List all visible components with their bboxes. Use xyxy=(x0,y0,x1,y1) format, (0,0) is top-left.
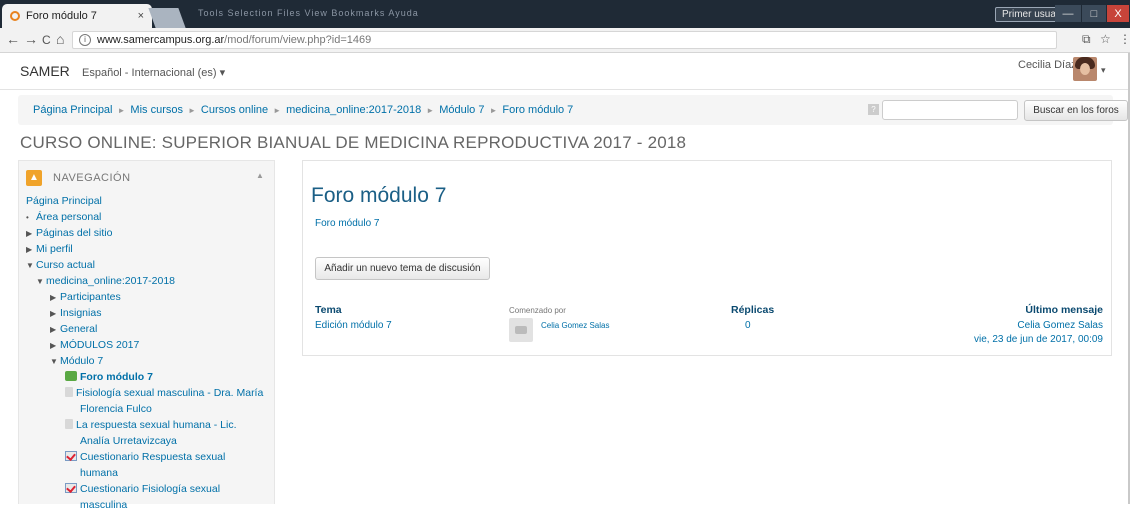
quiz-icon xyxy=(65,483,77,493)
nav-item-resource-2-cont[interactable]: Analía Urretavizcaya xyxy=(80,435,177,447)
nav-item-quiz-2[interactable]: Cuestionario Fisiología sexual xyxy=(65,483,220,495)
column-header-replies[interactable]: Réplicas xyxy=(731,304,774,316)
window-close-button[interactable]: X xyxy=(1107,5,1129,22)
forum-search-input[interactable] xyxy=(882,100,1018,120)
url-field[interactable]: i www.samercampus.org.ar/mod/forum/view.… xyxy=(72,31,1057,49)
help-icon[interactable]: ? xyxy=(868,104,879,115)
column-header-topic[interactable]: Tema xyxy=(315,304,342,316)
breadcrumb-item[interactable]: medicina_online:2017-2018 xyxy=(286,104,421,116)
reload-icon[interactable]: C xyxy=(42,33,51,47)
file-icon xyxy=(65,419,73,429)
window-minimize-button[interactable]: — xyxy=(1055,5,1081,22)
nav-item-quiz-1-cont[interactable]: humana xyxy=(80,467,118,479)
nav-item-participants[interactable]: ▶ Participantes xyxy=(50,291,121,303)
nav-item-module-7[interactable]: ▼ Módulo 7 xyxy=(50,355,103,367)
home-icon[interactable]: ⌂ xyxy=(56,31,64,47)
nav-item-resource-2[interactable]: La respuesta sexual humana - Lic. xyxy=(65,419,237,431)
nav-item-current-course[interactable]: ▼ Curso actual xyxy=(26,259,95,271)
browser-menu-icon[interactable]: ⋮ xyxy=(1119,32,1130,46)
breadcrumb: Página Principal ► Mis cursos ► Cursos onlin… xyxy=(33,104,574,116)
nav-item-home[interactable]: Página Principal xyxy=(26,195,102,207)
forum-intro: Foro módulo 7 xyxy=(315,218,380,229)
favicon-icon xyxy=(10,11,20,21)
back-icon[interactable]: ← xyxy=(6,31,20,47)
navigation-block-icon: ▲ xyxy=(26,170,42,186)
tab-title: Foro módulo 7 xyxy=(26,10,97,22)
browser-tabstrip: Foro módulo 7 × Tools Selection Files Vi… xyxy=(0,0,1130,28)
quiz-icon xyxy=(65,451,77,461)
nav-item-badges[interactable]: ▶ Insignias xyxy=(50,307,101,319)
file-icon xyxy=(65,387,73,397)
breadcrumb-item[interactable]: Foro módulo 7 xyxy=(502,104,573,116)
user-name[interactable]: Cecilia Díaz xyxy=(1018,59,1077,71)
column-header-started-by: Comenzado por xyxy=(509,306,566,315)
discussion-author[interactable]: Celia Gomez Salas xyxy=(541,321,609,330)
tab-close-icon[interactable]: × xyxy=(138,10,144,22)
forward-icon[interactable]: → xyxy=(24,31,38,47)
last-post-author[interactable]: Celia Gomez Salas xyxy=(1017,320,1103,331)
breadcrumb-item[interactable]: Mis cursos xyxy=(130,104,183,116)
new-tab-button[interactable] xyxy=(148,8,186,28)
translate-icon[interactable]: ⧉ xyxy=(1082,32,1091,47)
address-bar-row: ← → C ⌂ i www.samercampus.org.ar/mod/for… xyxy=(0,28,1130,53)
breadcrumb-item[interactable]: Módulo 7 xyxy=(439,104,484,116)
navigation-block: ▲ NAVEGACIÓN ▲ Página Principal • Área pe… xyxy=(18,160,275,511)
nav-item-resource-1[interactable]: Fisiología sexual masculina - Dra. María xyxy=(65,387,263,399)
bookmark-star-icon[interactable]: ☆ xyxy=(1100,32,1111,46)
nav-item-modules[interactable]: ▶ MÓDULOS 2017 xyxy=(50,339,139,351)
breadcrumb-item[interactable]: Página Principal xyxy=(33,104,113,116)
blurred-menu-text: Tools Selection Files View Bookmarks Ayu… xyxy=(198,8,419,18)
window-maximize-button[interactable]: □ xyxy=(1082,5,1106,22)
forum-icon xyxy=(65,371,77,381)
nav-item-site-pages[interactable]: ▶ Páginas del sitio xyxy=(26,227,112,239)
discussion-topic-link[interactable]: Edición módulo 7 xyxy=(315,320,392,331)
add-discussion-button[interactable]: Añadir un nuevo tema de discusión xyxy=(315,257,490,280)
forum-main: Foro módulo 7 Foro módulo 7 Añadir un nu… xyxy=(302,160,1112,356)
url-path: /mod/forum/view.php?id=1469 xyxy=(224,34,372,46)
user-menu-caret-icon[interactable]: ▾ xyxy=(1101,65,1106,76)
breadcrumb-bar: Página Principal ► Mis cursos ► Cursos onlin… xyxy=(18,95,1128,125)
language-menu[interactable]: Español - Internacional (es) ▾ xyxy=(82,66,225,79)
nav-item-resource-1-cont[interactable]: Florencia Fulco xyxy=(80,403,152,415)
author-avatar[interactable] xyxy=(509,318,533,342)
forum-search-button[interactable]: Buscar en los foros xyxy=(1024,100,1128,121)
site-brand[interactable]: SAMER xyxy=(20,63,70,79)
camera-icon xyxy=(515,326,527,334)
forum-heading: Foro módulo 7 xyxy=(311,184,447,207)
page-title: CURSO ONLINE: SUPERIOR BIANUAL DE MEDICI… xyxy=(20,133,687,152)
navigation-block-title: NAVEGACIÓN xyxy=(53,172,131,184)
discussion-replies[interactable]: 0 xyxy=(745,320,751,331)
nav-item-quiz-1[interactable]: Cuestionario Respuesta sexual xyxy=(65,451,225,463)
nav-item-quiz-2-cont[interactable]: masculina xyxy=(80,499,127,511)
last-post-date[interactable]: vie, 23 de jun de 2017, 00:09 xyxy=(974,334,1103,345)
nav-item-general[interactable]: ▶ General xyxy=(50,323,97,335)
column-header-last-post[interactable]: Último mensaje xyxy=(1025,304,1103,316)
browser-tab[interactable]: Foro módulo 7 × xyxy=(2,4,152,28)
nav-item-dashboard[interactable]: • Área personal xyxy=(26,211,101,223)
nav-item-course[interactable]: ▼ medicina_online:2017-2018 xyxy=(36,275,175,287)
breadcrumb-item[interactable]: Cursos online xyxy=(201,104,268,116)
site-info-icon[interactable]: i xyxy=(79,34,91,46)
site-navbar: SAMER Español - Internacional (es) ▾ Cec… xyxy=(0,53,1128,90)
url-domain: www.samercampus.org.ar xyxy=(97,34,225,46)
avatar[interactable] xyxy=(1073,57,1097,81)
nav-item-profile[interactable]: ▶ Mi perfil xyxy=(26,243,73,255)
collapse-block-icon[interactable]: ▲ xyxy=(256,171,264,180)
nav-item-forum[interactable]: Foro módulo 7 xyxy=(65,371,153,383)
